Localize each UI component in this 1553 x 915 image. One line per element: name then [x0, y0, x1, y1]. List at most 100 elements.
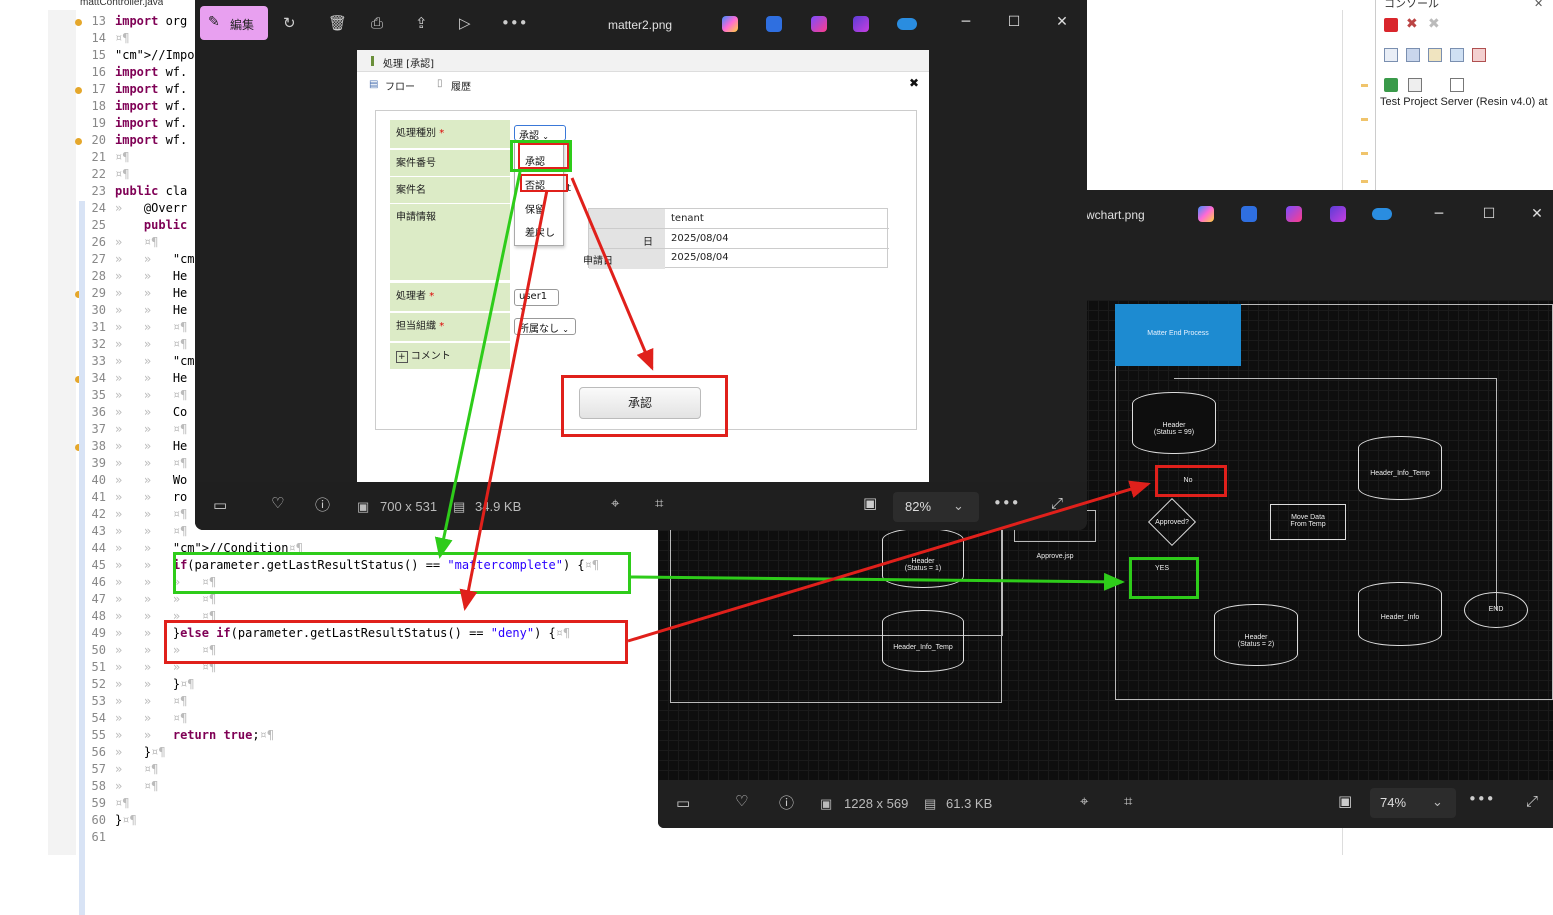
fullscreen-icon[interactable]: ⤢ — [1526, 792, 1538, 810]
code-line[interactable]: ¤¶ — [115, 796, 129, 810]
code-line[interactable]: » » ¤¶ — [115, 711, 187, 725]
code-line[interactable]: » » Wo — [115, 473, 187, 487]
code-line[interactable]: » » }¤¶ — [115, 677, 195, 691]
more-icon[interactable]: ••• — [1468, 790, 1495, 808]
remove-all-icon[interactable]: ✖ — [1428, 15, 1440, 32]
scroll-lock-icon[interactable] — [1384, 48, 1398, 62]
video-editor-icon[interactable] — [853, 16, 869, 32]
favorite-icon[interactable]: ♡ — [735, 792, 748, 810]
code-line[interactable]: » » ¤¶ — [115, 456, 187, 470]
show-stderr-icon[interactable] — [1472, 48, 1486, 62]
warning-icon[interactable] — [75, 19, 82, 26]
code-line[interactable]: import wf. — [115, 65, 187, 79]
maximize-button[interactable]: ☐ — [1478, 204, 1500, 226]
video-editor-icon[interactable] — [1330, 206, 1346, 222]
close-button[interactable]: ✕ — [1526, 204, 1548, 226]
copilot-icon[interactable] — [1198, 206, 1214, 222]
code-line[interactable]: » » ¤¶ — [115, 524, 187, 538]
processor-select[interactable]: user1 ⌄ — [514, 289, 559, 312]
code-line[interactable]: » » He — [115, 303, 187, 317]
comment-toggle[interactable]: + コメント — [390, 343, 510, 369]
visual-search-icon[interactable]: ⌖ — [611, 494, 619, 512]
overview-ruler-mark[interactable] — [1361, 84, 1368, 87]
filmstrip-icon[interactable]: ▭ — [213, 496, 227, 514]
maximize-button[interactable]: ☐ — [1003, 12, 1025, 34]
info-icon[interactable]: ⓘ — [779, 792, 794, 813]
code-line[interactable]: » ¤¶ — [115, 779, 158, 793]
editor-tab[interactable]: mattController.java — [80, 0, 163, 8]
clipchamp-icon[interactable] — [1286, 206, 1302, 222]
designer-icon[interactable] — [1241, 206, 1257, 222]
fit-window-icon[interactable]: ▣ — [863, 494, 877, 512]
pin-console-icon[interactable] — [1428, 48, 1442, 62]
minimize-button[interactable]: ─ — [1428, 204, 1450, 226]
tab-history[interactable]: 履歴 — [451, 78, 471, 93]
code-line[interactable]: » » ¤¶ — [115, 337, 187, 351]
onedrive-icon[interactable] — [897, 18, 917, 30]
code-line[interactable]: » » ¤¶ — [115, 388, 187, 402]
copilot-icon[interactable] — [722, 16, 738, 32]
code-line[interactable]: » » return true;¤¶ — [115, 728, 274, 742]
text-scan-icon[interactable]: ⌗ — [655, 494, 663, 512]
tab-flow[interactable]: フロー — [385, 78, 415, 93]
more-icon[interactable]: ••• — [993, 494, 1020, 512]
code-line[interactable]: » » He — [115, 286, 187, 300]
code-line[interactable]: import wf. — [115, 116, 187, 130]
clipchamp-icon[interactable] — [811, 16, 827, 32]
code-line[interactable]: » @Overr — [115, 201, 187, 215]
code-line[interactable]: » » He — [115, 439, 187, 453]
overview-ruler-mark[interactable] — [1361, 152, 1368, 155]
code-line[interactable]: public — [115, 218, 187, 232]
code-line[interactable]: » » » ¤¶ — [115, 592, 216, 606]
code-line[interactable]: » ¤¶ — [115, 762, 158, 776]
code-line[interactable]: ¤¶ — [115, 150, 129, 164]
favorite-icon[interactable]: ♡ — [271, 494, 284, 512]
print-icon[interactable]: ⎙ — [371, 14, 383, 32]
code-line[interactable]: » » ¤¶ — [115, 507, 187, 521]
new-console-icon[interactable] — [1450, 78, 1464, 92]
code-line[interactable]: import wf. — [115, 133, 187, 147]
code-line[interactable]: » » He — [115, 269, 187, 283]
designer-icon[interactable] — [766, 16, 782, 32]
code-line[interactable]: import wf. — [115, 99, 187, 113]
code-line[interactable]: » » ¤¶ — [115, 694, 187, 708]
onedrive-icon[interactable] — [1372, 208, 1392, 220]
console-tab[interactable]: コンソール — [1384, 0, 1439, 11]
code-line[interactable]: }¤¶ — [115, 813, 137, 827]
close-button[interactable]: ✕ — [1051, 12, 1073, 34]
minimize-button[interactable]: ─ — [955, 12, 977, 34]
text-scan-icon[interactable]: ⌗ — [1124, 792, 1132, 810]
code-line[interactable]: import wf. — [115, 82, 187, 96]
code-line[interactable]: import org — [115, 14, 187, 28]
edit-button[interactable]: ✎ 編集 — [200, 6, 268, 40]
code-line[interactable]: » }¤¶ — [115, 745, 166, 759]
code-line[interactable]: ¤¶ — [115, 31, 129, 45]
code-line[interactable]: ¤¶ — [115, 167, 129, 181]
stop-icon[interactable] — [1384, 18, 1398, 32]
code-line[interactable]: » » ¤¶ — [115, 320, 187, 334]
overview-ruler-mark[interactable] — [1361, 180, 1368, 183]
org-select[interactable]: 所属なし ⌄ — [514, 318, 576, 335]
code-line[interactable]: » » ro — [115, 490, 187, 504]
info-icon[interactable]: ⓘ — [315, 494, 330, 515]
word-wrap-icon[interactable] — [1406, 48, 1420, 62]
code-line[interactable]: » » Co — [115, 405, 187, 419]
zoom-dropdown[interactable]: 74% ⌄ — [1370, 788, 1456, 818]
code-line[interactable]: » » He — [115, 371, 187, 385]
close-icon[interactable]: ✕ — [1534, 0, 1543, 10]
option-hold[interactable]: 保留 — [525, 201, 545, 216]
process-type-select[interactable]: 承認 ⌄ — [514, 125, 566, 142]
option-return[interactable]: 差戻し — [525, 224, 555, 239]
overview-ruler-mark[interactable] — [1361, 118, 1368, 121]
delete-icon[interactable]: 🗑 — [328, 14, 347, 32]
code-line[interactable]: public cla — [115, 184, 187, 198]
share-icon[interactable]: ⇪ — [415, 14, 428, 32]
show-stdout-icon[interactable] — [1450, 48, 1464, 62]
remove-icon[interactable]: ✖ — [1406, 15, 1418, 32]
display-console-icon[interactable] — [1408, 78, 1422, 92]
warning-icon[interactable] — [75, 138, 82, 145]
zoom-dropdown[interactable]: 82% ⌄ — [893, 492, 979, 522]
visual-search-icon[interactable]: ⌖ — [1080, 792, 1088, 810]
open-console-icon[interactable] — [1384, 78, 1398, 92]
slideshow-icon[interactable]: ▷ — [459, 14, 471, 32]
